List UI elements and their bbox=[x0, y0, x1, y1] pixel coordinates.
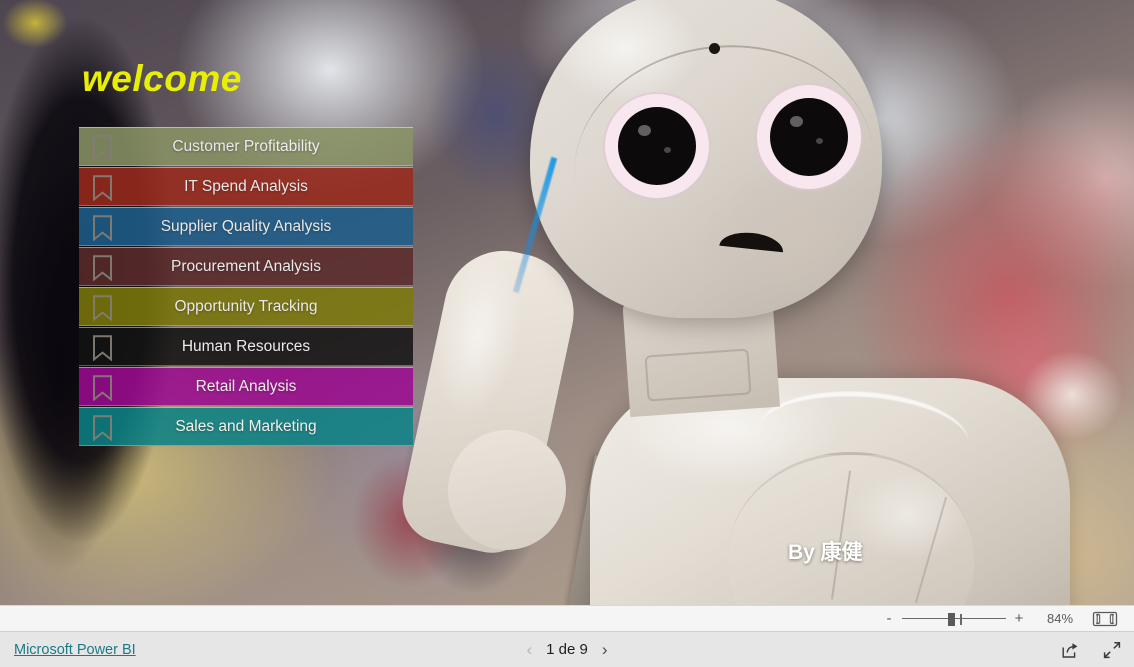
power-bi-report-viewer: welcome Customer Profitability IT Spend A… bbox=[0, 0, 1134, 667]
bookmark-icon bbox=[92, 375, 113, 402]
nav-button-label: Retail Analysis bbox=[195, 377, 297, 395]
robot-neck-panel bbox=[644, 348, 752, 402]
zoom-percentage-label: 84% bbox=[1046, 611, 1074, 626]
robot-forehead-sensor-icon bbox=[709, 43, 720, 54]
page-indicator-label: 1 de 9 bbox=[546, 641, 588, 658]
nav-button-it-spend-analysis[interactable]: IT Spend Analysis bbox=[79, 167, 413, 206]
bookmark-icon bbox=[92, 135, 113, 162]
nav-button-label: Procurement Analysis bbox=[171, 257, 321, 275]
robot-eye-left-glint bbox=[638, 125, 651, 136]
robot-eye-left-glint-2 bbox=[664, 147, 671, 153]
report-footer: Microsoft Power BI ‹ 1 de 9 › bbox=[0, 632, 1134, 667]
bookmark-icon bbox=[92, 255, 113, 282]
fit-to-page-icon[interactable] bbox=[1092, 610, 1118, 628]
bookmark-icon bbox=[92, 335, 113, 362]
nav-button-label: IT Spend Analysis bbox=[184, 177, 308, 195]
nav-button-sales-and-marketing[interactable]: Sales and Marketing bbox=[79, 407, 413, 446]
page-title: welcome bbox=[82, 58, 242, 99]
robot-eye-right bbox=[770, 98, 848, 176]
zoom-slider-tick bbox=[960, 613, 962, 625]
nav-button-label: Opportunity Tracking bbox=[174, 297, 318, 315]
bookmark-icon bbox=[92, 175, 113, 202]
bookmark-nav-stack: Customer Profitability IT Spend Analysis S… bbox=[79, 127, 413, 447]
nav-button-label: Supplier Quality Analysis bbox=[160, 217, 332, 235]
author-credit: By 康健 bbox=[788, 541, 863, 564]
report-canvas: welcome Customer Profitability IT Spend A… bbox=[0, 0, 1134, 605]
zoom-slider[interactable] bbox=[902, 611, 1006, 627]
nav-button-customer-profitability[interactable]: Customer Profitability bbox=[79, 127, 413, 166]
nav-button-label: Customer Profitability bbox=[172, 137, 320, 155]
nav-button-supplier-quality-analysis[interactable]: Supplier Quality Analysis bbox=[79, 207, 413, 246]
zoom-slider-thumb[interactable] bbox=[948, 612, 955, 626]
zoom-toolbar: - + 84% bbox=[0, 605, 1134, 632]
share-icon[interactable] bbox=[1060, 640, 1080, 660]
robot-eye-right-glint-2 bbox=[816, 138, 823, 144]
next-page-button[interactable]: › bbox=[602, 641, 608, 658]
fullscreen-expand-icon[interactable] bbox=[1102, 640, 1122, 660]
nav-button-opportunity-tracking[interactable]: Opportunity Tracking bbox=[79, 287, 413, 326]
previous-page-button[interactable]: ‹ bbox=[526, 641, 532, 658]
footer-actions bbox=[1060, 640, 1122, 660]
zoom-out-button[interactable]: - bbox=[882, 611, 896, 626]
bookmark-icon bbox=[92, 415, 113, 442]
bookmark-icon bbox=[92, 215, 113, 242]
page-navigator: ‹ 1 de 9 › bbox=[0, 641, 1134, 658]
zoom-in-button[interactable]: + bbox=[1012, 611, 1026, 626]
nav-button-human-resources[interactable]: Human Resources bbox=[79, 327, 413, 366]
nav-button-procurement-analysis[interactable]: Procurement Analysis bbox=[79, 247, 413, 286]
nav-button-retail-analysis[interactable]: Retail Analysis bbox=[79, 367, 413, 406]
bookmark-icon bbox=[92, 295, 113, 322]
robot-eye-right-glint bbox=[790, 116, 803, 127]
nav-button-label: Sales and Marketing bbox=[175, 417, 317, 435]
robot-eye-left bbox=[618, 107, 696, 185]
nav-button-label: Human Resources bbox=[181, 337, 311, 355]
